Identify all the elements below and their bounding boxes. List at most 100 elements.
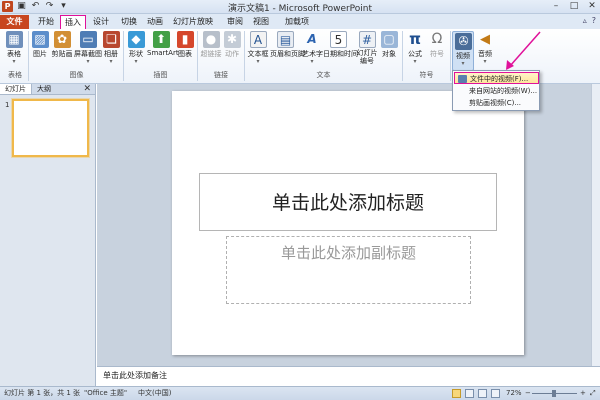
- slide-number-icon: #: [358, 31, 376, 48]
- equation-button[interactable]: π 公式 ▾: [405, 31, 425, 65]
- album-icon: ❏: [103, 31, 120, 48]
- chevron-down-icon: ▾: [12, 58, 16, 65]
- menu-item-video-from-file[interactable]: 文件中的视频(F)...: [454, 72, 539, 84]
- audio-button[interactable]: ◀ 音频 ▾: [476, 31, 494, 65]
- calendar-icon: 5: [330, 31, 347, 48]
- shapes-button[interactable]: ◆ 形状 ▾: [126, 31, 146, 65]
- vertical-scrollbar[interactable]: [591, 84, 600, 366]
- slide-count: 幻灯片 第 1 张，共 1 张: [4, 389, 81, 397]
- tab-design[interactable]: 设计: [88, 15, 114, 29]
- slideshow-icon[interactable]: [491, 389, 500, 398]
- group-label-images: 图像: [69, 71, 84, 79]
- video-file-icon: [458, 75, 467, 83]
- group-label-text: 文本: [316, 71, 331, 79]
- object-icon: ▢: [380, 31, 398, 48]
- chart-button[interactable]: ▮ 图表: [176, 31, 194, 59]
- chevron-down-icon: ▾: [413, 58, 417, 65]
- slide-editor: 单击此处添加标题 单击此处添加副标题: [97, 84, 600, 366]
- minimize-ribbon-icon[interactable]: ▵: [583, 16, 587, 25]
- chevron-down-icon: ▾: [310, 58, 314, 65]
- subtitle-placeholder[interactable]: 单击此处添加副标题: [226, 236, 471, 304]
- minimize-icon[interactable]: –: [550, 1, 562, 11]
- textbox-button[interactable]: A 文本框 ▾: [247, 31, 269, 65]
- chart-icon: ▮: [176, 31, 194, 48]
- group-label-tables: 表格: [8, 71, 22, 79]
- window-title: 演示文稿1 - Microsoft PowerPoint: [227, 4, 373, 14]
- zoom-slider-handle[interactable]: [552, 390, 556, 397]
- screenshot-button[interactable]: ▭ 屏幕截图 ▾: [74, 31, 102, 65]
- fit-to-window-icon[interactable]: ⤢: [590, 387, 596, 400]
- language-status: 中文(中国): [138, 389, 172, 397]
- reading-view-icon[interactable]: [478, 389, 487, 398]
- tab-addins[interactable]: 加载项: [280, 15, 314, 29]
- slide-number: 1: [5, 101, 10, 109]
- group-label-links: 链接: [214, 71, 228, 79]
- object-button[interactable]: ▢ 对象: [380, 31, 398, 59]
- slide-sorter-icon[interactable]: [465, 389, 474, 398]
- chevron-down-icon: ▾: [461, 60, 465, 67]
- tab-animations[interactable]: 动画: [142, 15, 168, 29]
- theme-name: "Office 主题": [84, 389, 128, 397]
- header-footer-icon: ▤: [277, 31, 294, 48]
- video-button[interactable]: ✇ 视频 ▾: [452, 31, 474, 71]
- chevron-down-icon: ▾: [109, 58, 113, 65]
- tab-slideshow[interactable]: 幻灯片放映: [170, 15, 216, 29]
- tab-slides[interactable]: 幻灯片: [0, 84, 32, 94]
- pi-icon: π: [409, 30, 421, 48]
- speaker-icon: ◀: [480, 32, 490, 47]
- zoom-level[interactable]: 72%: [506, 387, 522, 400]
- table-icon: ▦: [5, 31, 23, 48]
- chevron-down-icon: ▾: [134, 58, 138, 65]
- notes-pane[interactable]: 单击此处添加备注: [97, 366, 600, 386]
- hyperlink-icon: ●: [202, 31, 220, 48]
- chevron-down-icon: ▾: [86, 58, 90, 65]
- action-button[interactable]: ✱ 动作: [223, 31, 241, 59]
- screenshot-icon: ▭: [79, 31, 97, 48]
- wordart-button[interactable]: A 艺术字 ▾: [302, 31, 323, 65]
- tab-outline[interactable]: 大纲: [32, 84, 56, 94]
- slide-number-button[interactable]: # 幻灯片 编号: [355, 31, 379, 65]
- smartart-button[interactable]: ⬆ SmartArt: [147, 31, 179, 57]
- wordart-icon: A: [307, 32, 317, 46]
- clipart-icon: ✿: [53, 31, 71, 48]
- ribbon-tabs: 文件 开始 插入 设计 切换 动画 幻灯片放映 审阅 视图 加载项 ▵ ?: [0, 14, 600, 29]
- picture-icon: ▨: [31, 31, 49, 48]
- title-bar: P ▣ ↶ ↷ ▾ 演示文稿1 - Microsoft PowerPoint –…: [0, 0, 600, 14]
- zoom-in-icon[interactable]: +: [580, 387, 586, 400]
- datetime-button[interactable]: 5 日期和时间: [323, 31, 358, 59]
- slide-thumbnail[interactable]: [12, 99, 89, 157]
- title-placeholder[interactable]: 单击此处添加标题: [199, 173, 497, 231]
- clipart-button[interactable]: ✿ 剪贴画: [51, 31, 73, 59]
- maximize-icon[interactable]: □: [568, 1, 580, 11]
- smartart-icon: ⬆: [152, 31, 170, 48]
- group-label-symbols: 符号: [419, 71, 434, 79]
- help-icon[interactable]: ?: [592, 16, 596, 25]
- tab-home[interactable]: 开始: [32, 15, 60, 29]
- symbol-button[interactable]: Ω 符号: [427, 31, 447, 59]
- omega-icon: Ω: [431, 31, 443, 47]
- chevron-down-icon: ▾: [256, 58, 260, 65]
- picture-button[interactable]: ▨ 图片: [30, 31, 50, 59]
- album-button[interactable]: ❏ 相册 ▾: [103, 31, 120, 65]
- menu-item-video-from-website[interactable]: 来自网站的视频(W)...: [454, 85, 539, 97]
- status-bar: 幻灯片 第 1 张，共 1 张 "Office 主题" 中文(中国) 72% −…: [0, 386, 600, 400]
- zoom-out-icon[interactable]: −: [525, 387, 531, 400]
- close-icon[interactable]: ✕: [586, 1, 598, 11]
- tab-view[interactable]: 视图: [248, 15, 274, 29]
- shapes-icon: ◆: [127, 31, 145, 48]
- normal-view-icon[interactable]: [452, 389, 461, 398]
- slides-pane: 幻灯片 大纲 ✕ 1: [0, 84, 96, 386]
- hyperlink-button[interactable]: ● 超链接: [200, 31, 222, 59]
- header-footer-button[interactable]: ▤ 页眉和页脚: [270, 31, 305, 59]
- close-icon[interactable]: ✕: [83, 84, 91, 95]
- tab-transitions[interactable]: 切换: [116, 15, 142, 29]
- video-dropdown-menu: 文件中的视频(F)... 来自网站的视频(W)... 剪贴画视频(C)...: [452, 70, 540, 111]
- tab-file[interactable]: 文件: [0, 15, 29, 29]
- slide[interactable]: 单击此处添加标题 单击此处添加副标题: [172, 91, 524, 355]
- tab-insert[interactable]: 插入: [60, 15, 86, 29]
- table-button[interactable]: ▦ 表格 ▾: [3, 31, 25, 65]
- textbox-icon: A: [249, 31, 267, 48]
- tab-review[interactable]: 审阅: [222, 15, 248, 29]
- menu-item-clipart-video[interactable]: 剪贴画视频(C)...: [454, 97, 539, 109]
- chevron-down-icon: ▾: [483, 58, 487, 65]
